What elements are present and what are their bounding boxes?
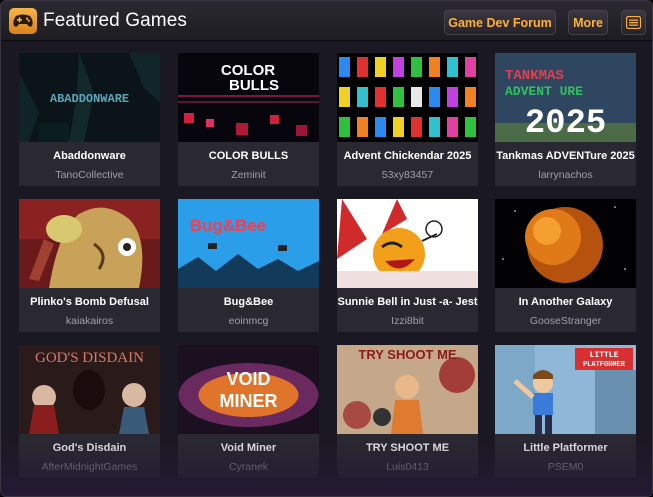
game-title[interactable]: Little Platformer xyxy=(495,442,636,454)
game-title[interactable]: In Another Galaxy xyxy=(495,296,636,308)
svg-text:TANKMAS: TANKMAS xyxy=(505,68,564,84)
game-title[interactable]: Bug&Bee xyxy=(178,296,319,308)
game-thumbnail[interactable]: Bug&Bee xyxy=(178,199,319,288)
game-controller-icon xyxy=(9,8,37,34)
panel-header: Featured Games Game Dev Forum More xyxy=(1,1,652,41)
game-author[interactable]: Cyranek xyxy=(178,461,319,473)
game-title[interactable]: Tankmas ADVENTure 2025 xyxy=(495,150,636,162)
game-card[interactable]: Sunnie Bell in Just -a- Jest Izzi8bit xyxy=(337,199,478,332)
game-card[interactable]: COLOR BULLS COLOR BULLS Zeminit xyxy=(178,53,319,186)
game-thumbnail[interactable]: VOID MINER xyxy=(178,345,319,434)
game-card[interactable]: LITTLE PLATFORMER Little Platformer PSEM… xyxy=(495,345,636,478)
game-title[interactable]: COLOR BULLS xyxy=(178,150,319,162)
svg-text:LITTLE: LITTLE xyxy=(590,351,619,360)
menu-button[interactable] xyxy=(621,10,646,35)
game-card[interactable]: ABADDONWARE Abaddonware TanoCollective xyxy=(19,53,160,186)
game-thumbnail[interactable]: TANKMAS ADVENT URE 2025 xyxy=(495,53,636,142)
game-title[interactable]: Advent Chickendar 2025 xyxy=(337,150,478,162)
game-author[interactable]: eoinmcg xyxy=(178,315,319,327)
game-author[interactable]: Izzi8bit xyxy=(337,315,478,327)
game-card[interactable]: TANKMAS ADVENT URE 2025 Tankmas ADVENTur… xyxy=(495,53,636,186)
page-title: Featured Games xyxy=(43,10,187,31)
menu-icon xyxy=(626,16,641,29)
featured-games-panel: Featured Games Game Dev Forum More ABADD… xyxy=(0,0,653,497)
game-card[interactable]: Bug&Bee Bug&Bee eoinmcg xyxy=(178,199,319,332)
games-grid: ABADDONWARE Abaddonware TanoCollective C… xyxy=(1,41,652,496)
game-author[interactable]: kaiakairos xyxy=(19,315,160,327)
game-title[interactable]: TRY SHOOT ME xyxy=(337,442,478,454)
game-thumbnail[interactable]: TRY SHOOT ME xyxy=(337,345,478,434)
svg-text:MINER: MINER xyxy=(220,391,278,411)
game-author[interactable]: Zeminit xyxy=(178,169,319,181)
thumbnail-text: ABADDONWARE xyxy=(50,92,129,106)
game-thumbnail[interactable]: COLOR BULLS xyxy=(178,53,319,142)
game-title[interactable]: Void Miner xyxy=(178,442,319,454)
thumbnail-text: GOD'S DISDAIN xyxy=(35,350,144,366)
game-title[interactable]: Plinko's Bomb Defusal xyxy=(19,296,160,308)
game-thumbnail[interactable] xyxy=(337,53,478,142)
svg-text:2025: 2025 xyxy=(525,105,607,142)
game-author[interactable]: AfterMidnightGames xyxy=(19,461,160,473)
game-title[interactable]: Sunnie Bell in Just -a- Jest xyxy=(337,296,478,308)
game-thumbnail[interactable] xyxy=(337,199,478,288)
game-author[interactable]: 53xy83457 xyxy=(337,169,478,181)
game-author[interactable]: Luis0413 xyxy=(337,461,478,473)
game-author[interactable]: larrynachos xyxy=(495,169,636,181)
game-thumbnail[interactable] xyxy=(495,199,636,288)
game-thumbnail[interactable]: ABADDONWARE xyxy=(19,53,160,142)
svg-text:BULLS: BULLS xyxy=(229,77,279,94)
game-thumbnail[interactable] xyxy=(19,199,160,288)
svg-text:ADVENT URE: ADVENT URE xyxy=(505,84,583,99)
game-thumbnail[interactable]: LITTLE PLATFORMER xyxy=(495,345,636,434)
game-card[interactable]: Advent Chickendar 2025 53xy83457 xyxy=(337,53,478,186)
game-card[interactable]: TRY SHOOT ME TRY SHOOT ME Luis0413 xyxy=(337,345,478,478)
game-title[interactable]: God's Disdain xyxy=(19,442,160,454)
svg-text:VOID: VOID xyxy=(226,369,270,389)
game-author[interactable]: PSEM0 xyxy=(495,461,636,473)
thumbnail-text: Bug&Bee xyxy=(190,216,267,235)
game-card[interactable]: VOID MINER Void Miner Cyranek xyxy=(178,345,319,478)
thumbnail-text: TRY SHOOT ME xyxy=(358,347,457,362)
game-card[interactable]: Plinko's Bomb Defusal kaiakairos xyxy=(19,199,160,332)
game-title[interactable]: Abaddonware xyxy=(19,150,160,162)
game-card[interactable]: GOD'S DISDAIN God's Disdain AfterMidnigh… xyxy=(19,345,160,478)
more-button[interactable]: More xyxy=(568,10,608,35)
game-author[interactable]: GooseStranger xyxy=(495,315,636,327)
game-thumbnail[interactable]: GOD'S DISDAIN xyxy=(19,345,160,434)
game-card[interactable]: In Another Galaxy GooseStranger xyxy=(495,199,636,332)
game-author[interactable]: TanoCollective xyxy=(19,169,160,181)
game-dev-forum-button[interactable]: Game Dev Forum xyxy=(444,10,556,35)
svg-text:PLATFORMER: PLATFORMER xyxy=(583,361,626,369)
